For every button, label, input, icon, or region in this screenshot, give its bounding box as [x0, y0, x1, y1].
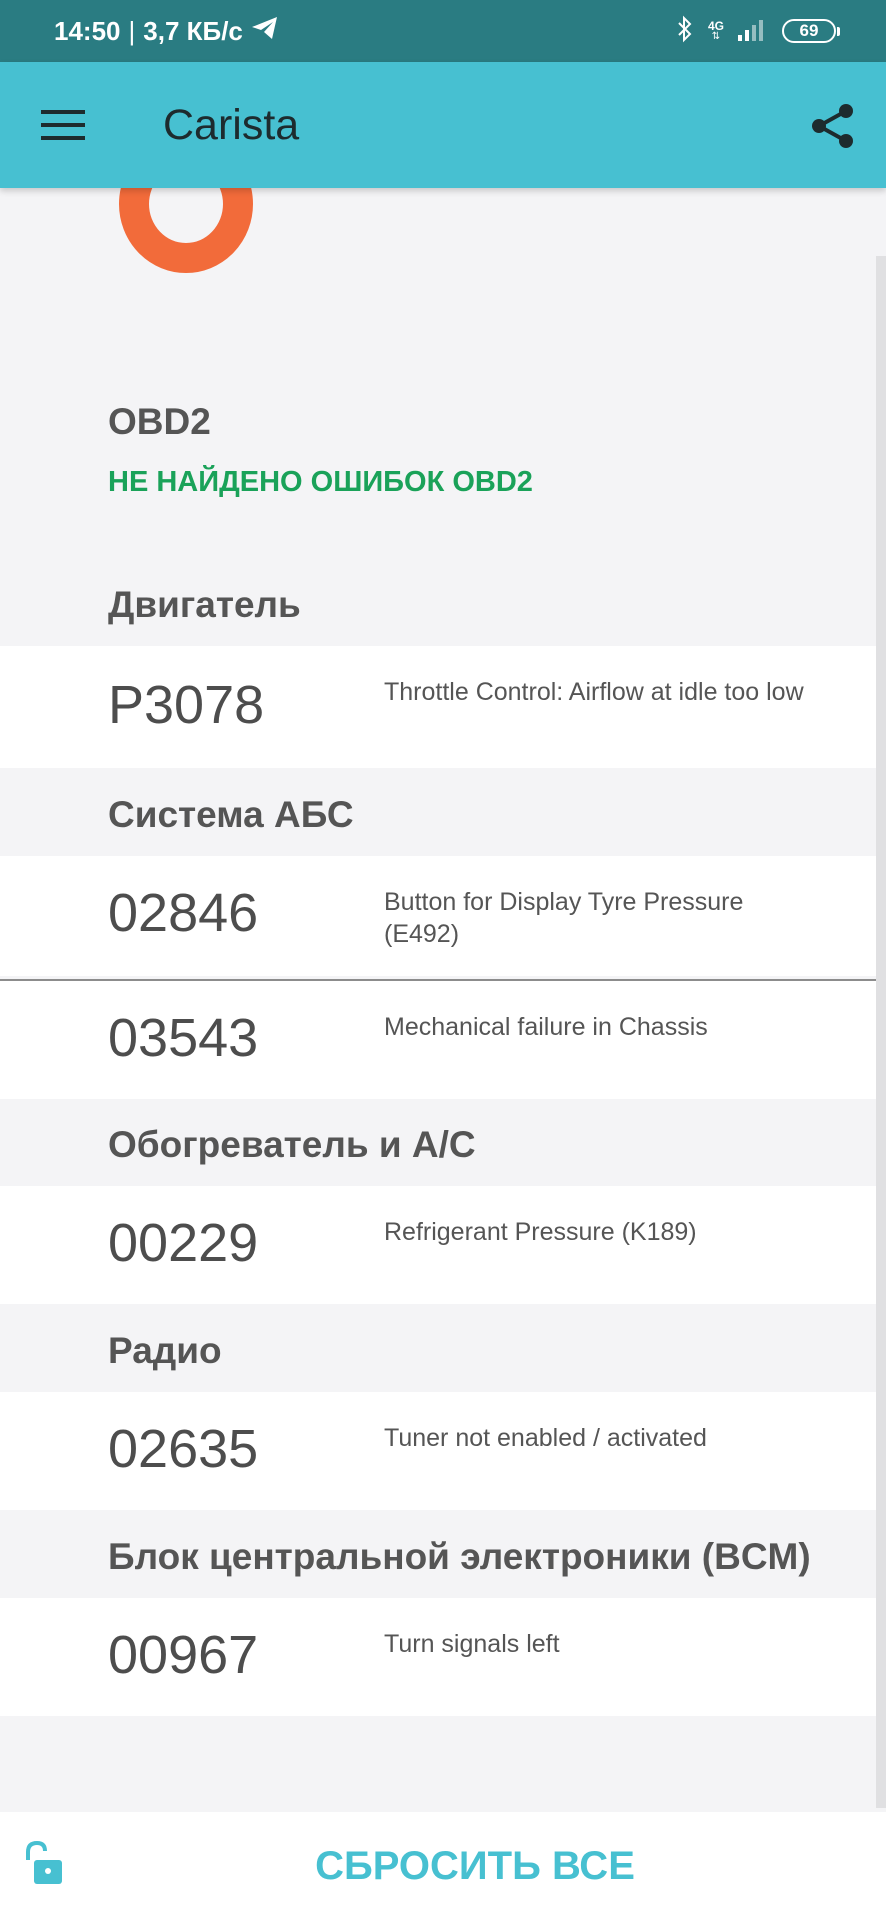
bluetooth-icon	[676, 15, 694, 48]
fault-row[interactable]: 02846 Button for Display Tyre Pressure (…	[0, 856, 886, 976]
bottom-bar: СБРОСИТЬ ВСЕ	[0, 1812, 886, 1920]
section-title-abs: Система АБС	[108, 794, 354, 835]
carista-logo-icon	[119, 188, 253, 273]
section-title-obd2: OBD2	[108, 401, 211, 442]
section-title-radio: Радио	[108, 1330, 222, 1371]
fault-description: Turn signals left	[384, 1630, 560, 1658]
fault-row[interactable]: 00229 Refrigerant Pressure (K189)	[0, 1186, 886, 1304]
fault-code: P3078	[108, 675, 265, 735]
fault-code: 03543	[108, 1008, 259, 1068]
status-bar: 14:50 | 3,7 КБ/с 4G ⇅ 69	[0, 0, 886, 62]
section-title-engine: Двигатель	[108, 584, 301, 625]
fault-description: Button for Display Tyre Pressure (E492)	[384, 888, 744, 948]
status-right: 4G ⇅ 69	[676, 0, 840, 62]
battery-icon: 69	[782, 19, 840, 43]
fault-description: Refrigerant Pressure (K189)	[384, 1218, 697, 1246]
fault-row[interactable]: 03543 Mechanical failure in Chassis	[0, 981, 886, 1099]
app-title: Carista	[163, 100, 300, 149]
fault-code: 02846	[108, 883, 259, 943]
unlock-button[interactable]	[20, 1840, 70, 1890]
fault-row[interactable]: P3078 Throttle Control: Airflow at idle …	[0, 646, 886, 768]
network-type: 4G ⇅	[707, 19, 724, 42]
app-bar: Carista	[0, 62, 886, 188]
status-separator: |	[128, 15, 136, 46]
section-title-hvac: Обогреватель и A/C	[108, 1124, 476, 1165]
fault-description: Tuner not enabled / activated	[384, 1424, 707, 1452]
status-speed: 3,7 КБ/с	[143, 15, 243, 46]
signal-icon	[738, 17, 768, 46]
share-icon	[812, 104, 853, 148]
fault-code: 02635	[108, 1419, 259, 1479]
unlock-icon	[26, 1840, 62, 1884]
fault-row[interactable]: 02635 Tuner not enabled / activated	[0, 1392, 886, 1510]
battery-level: 69	[799, 21, 819, 40]
reset-all-button[interactable]: СБРОСИТЬ ВСЕ	[200, 1812, 750, 1920]
obd2-status: НЕ НАЙДЕНО ОШИБОК OBD2	[108, 466, 533, 498]
scrollbar[interactable]	[876, 256, 886, 1808]
menu-button[interactable]	[38, 102, 88, 148]
hamburger-menu-icon	[41, 110, 85, 140]
fault-report-list[interactable]: OBD2 НЕ НАЙДЕНО ОШИБОК OBD2 Двигатель P3…	[0, 188, 886, 1812]
status-left: 14:50 | 3,7 КБ/с	[54, 0, 279, 62]
telegram-icon	[251, 16, 279, 47]
fault-description: Throttle Control: Airflow at idle too lo…	[384, 678, 804, 706]
fault-code: 00967	[108, 1625, 259, 1685]
data-arrows-icon: ⇅	[711, 31, 721, 42]
fault-code: 00229	[108, 1213, 259, 1273]
fault-description: Mechanical failure in Chassis	[384, 1013, 708, 1041]
fault-row[interactable]: 00967 Turn signals left	[0, 1598, 886, 1716]
share-button[interactable]	[806, 100, 858, 152]
section-title-bcm: Блок центральной электроники (BCM)	[108, 1536, 811, 1577]
status-time: 14:50	[54, 15, 121, 46]
